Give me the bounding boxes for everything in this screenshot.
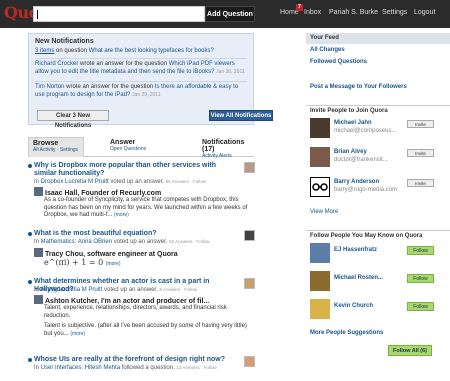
answerer-avatar	[34, 295, 43, 304]
feed-meta: In Acting Lucretia M Pruitt voted up an …	[34, 287, 198, 293]
invite-button[interactable]: Invite	[407, 149, 434, 157]
answer-text: As a co-founder of Syncplicity, a servic…	[44, 197, 248, 219]
feed-meta: In Dropbox Lucretia M Pruitt voted up an…	[34, 179, 207, 185]
search-input[interactable]	[33, 6, 205, 22]
person-photo	[310, 147, 330, 167]
follow-button[interactable]: Follow	[407, 274, 434, 283]
more-link[interactable]: (more)	[70, 331, 85, 337]
nav-user-profile[interactable]: Pariah S. Burke	[329, 9, 378, 16]
all-changes-link[interactable]: All Changes	[310, 47, 345, 53]
user-avatar[interactable]	[244, 278, 255, 289]
notification-item[interactable]: 3 items on question What are the best lo…	[35, 48, 247, 56]
feed-item: What is the most beautiful equation? In …	[28, 230, 255, 270]
feed-meta: In User Interfaces: Hitesh Mehta followe…	[34, 365, 217, 371]
answer-author[interactable]: Ashton Kutcher, I'm an actor and produce…	[34, 295, 209, 305]
followed-questions-link[interactable]: Followed Questions	[310, 59, 367, 65]
invite-person: Brian Alvey doctor@frankensit... Invite	[310, 147, 442, 171]
question-title[interactable]: What is the most beautiful equation?	[34, 230, 234, 238]
follow-suggestion: EJ Hassenfratz Follow	[310, 243, 442, 267]
answer-text: e^(πi) + 1 = 0 (more)	[44, 258, 121, 268]
follow-suggestion: Michael Rosten... Follow	[310, 271, 442, 295]
tab-browse[interactable]: Browse All Activity · Settings	[28, 137, 84, 157]
more-link[interactable]: (more)	[106, 261, 121, 267]
person-photo	[310, 271, 330, 291]
feed-item: Whose UIs are really at the forefront of…	[28, 356, 255, 378]
bullet-icon	[28, 280, 32, 284]
divider	[35, 81, 247, 82]
question-title[interactable]: Whose UIs are really at the forefront of…	[34, 356, 234, 364]
bullet-icon	[28, 232, 32, 236]
question-title[interactable]: Why is Dropbox more popular than other s…	[34, 162, 234, 178]
invite-button[interactable]: Invite	[407, 120, 434, 128]
person-photo	[310, 243, 330, 263]
view-more-link[interactable]: View More	[310, 209, 338, 215]
view-all-notifications-button[interactable]: View All Notifications	[209, 110, 273, 121]
person-photo	[310, 299, 330, 319]
answerer-avatar	[34, 187, 43, 196]
answerer-avatar	[34, 248, 43, 257]
invite-button[interactable]: Invite	[407, 179, 434, 187]
answer-text-continued: Talent is subjective. (after all I've be…	[44, 323, 247, 337]
feed-meta: In Mathematics: Anna OBrien voted up an …	[34, 239, 210, 245]
nav-settings[interactable]: Settings	[382, 9, 407, 16]
more-suggestions-link[interactable]: More People Suggestions	[310, 330, 383, 336]
follow-all-button[interactable]: Follow All (6)	[388, 345, 432, 356]
answer-author[interactable]: Isaac Hall, Founder of Recurly.com	[34, 187, 161, 197]
nav-logout[interactable]: Logout	[414, 9, 435, 16]
notification-count-badge: 7	[296, 4, 303, 11]
follow-button[interactable]: Follow	[407, 246, 434, 255]
follow-header: Follow People You May Know on Quora	[306, 230, 450, 241]
tab-notifications[interactable]: Notifications (17) Activity Alerts	[198, 137, 254, 159]
invite-header: Invite People to Join Quora	[306, 105, 450, 116]
nav-inbox[interactable]: Inbox	[304, 9, 321, 16]
user-avatar[interactable]	[244, 162, 255, 173]
feed-tabs: Browse All Activity · Settings Answer Op…	[28, 137, 254, 159]
person-photo	[310, 118, 330, 138]
clear-notifications-button[interactable]: Clear 3 New Notifications	[37, 110, 109, 129]
answer-text: Talent, experience, relationships, direc…	[44, 305, 227, 319]
follow-button[interactable]: Follow	[407, 302, 434, 311]
divider	[35, 58, 247, 59]
feed-item: What determines whether an actor is cast…	[28, 278, 255, 350]
invite-person: Barry Anderson barry@rogo-media.com Invi…	[310, 177, 442, 201]
notification-item[interactable]: Richard Crocker wrote an answer for the …	[35, 61, 247, 76]
user-avatar[interactable]	[244, 230, 255, 241]
answer-author[interactable]: Tracy Chou, software engineer at Quora	[34, 248, 178, 258]
tab-answer[interactable]: Answer Open Questions	[106, 137, 150, 157]
post-message-link[interactable]: Post a Message to Your Followers	[310, 84, 407, 90]
follow-suggestion: Kevin Church Follow	[310, 299, 442, 323]
more-link[interactable]: (more)	[114, 212, 129, 218]
user-avatar[interactable]	[244, 356, 255, 367]
notifications-panel: New Notifications 3 items on question Wh…	[28, 33, 273, 129]
feed-item: Why is Dropbox more popular than other s…	[28, 162, 255, 222]
add-question-button[interactable]: Add Question	[205, 6, 255, 22]
person-photo	[310, 177, 330, 197]
bullet-icon	[28, 164, 32, 168]
bullet-icon	[28, 358, 32, 362]
invite-person: Michael Jahn michael@composeus... Invite	[310, 118, 442, 142]
top-navigation-bar: Quora Add Question Home 7 Inbox Pariah S…	[0, 0, 450, 28]
your-feed-header[interactable]: Your Feed	[306, 33, 450, 44]
notifications-title: New Notifications	[35, 38, 94, 45]
notification-item[interactable]: Tim Norton wrote an answer for the quest…	[35, 84, 247, 99]
glasses-icon	[312, 183, 328, 191]
